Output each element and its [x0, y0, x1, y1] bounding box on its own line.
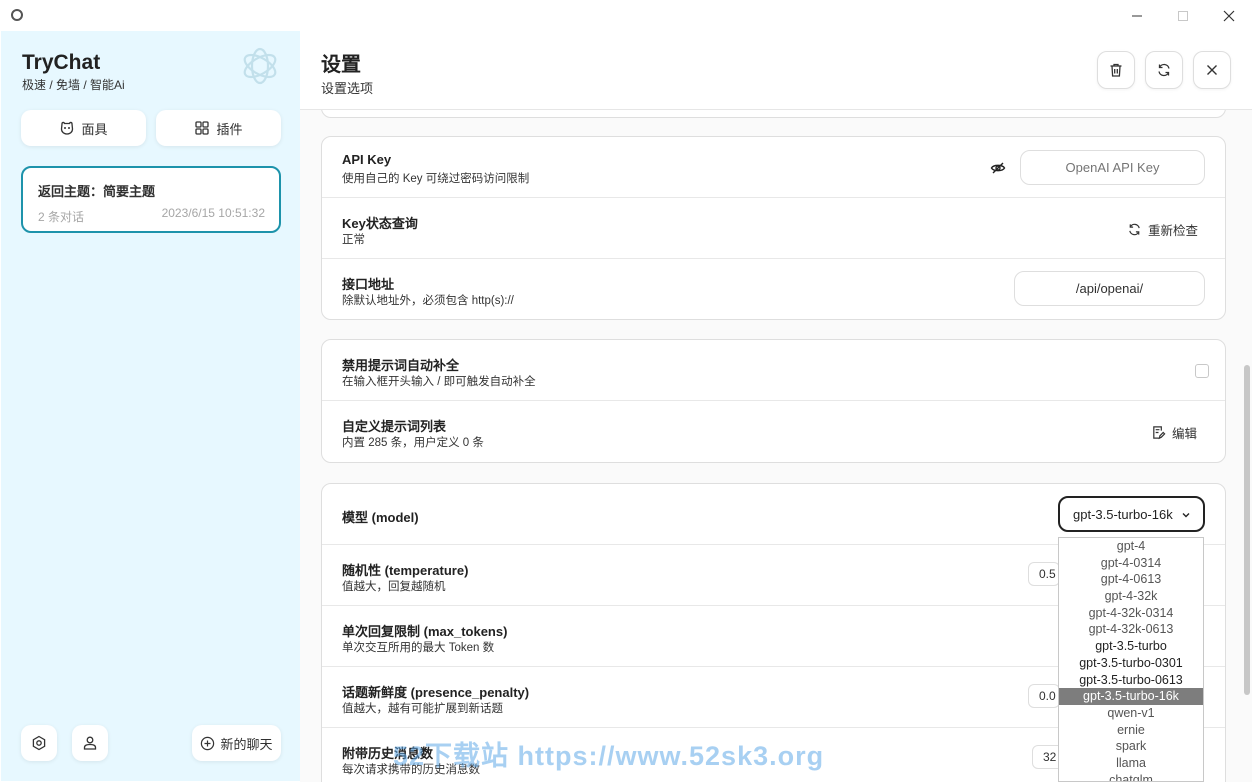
- endpoint-input[interactable]: /api/openai/: [1014, 271, 1205, 306]
- openai-logo-icon: [243, 47, 277, 85]
- close-icon: [1207, 65, 1217, 75]
- gear-icon: [32, 735, 46, 751]
- setting-disable-prompt: 禁用提示词自动补全 在输入框开头输入 / 即可触发自动补全: [322, 340, 1225, 401]
- model-option[interactable]: gpt-3.5-turbo-0613: [1059, 672, 1203, 689]
- reset-button[interactable]: [1145, 51, 1183, 89]
- model-option[interactable]: ernie: [1059, 722, 1203, 739]
- model-option[interactable]: gpt-4-32k: [1059, 588, 1203, 605]
- user-button[interactable]: [72, 725, 108, 761]
- maximize-button[interactable]: [1160, 0, 1206, 31]
- settings-header: 设置 设置选项: [300, 31, 1252, 110]
- settings-button[interactable]: [21, 725, 57, 761]
- minimize-icon: [1132, 15, 1142, 16]
- recheck-button[interactable]: 重新检查: [1127, 220, 1198, 239]
- model-option[interactable]: gpt-3.5-turbo: [1059, 638, 1203, 655]
- model-option[interactable]: llama: [1059, 755, 1203, 772]
- presence-penalty-value[interactable]: 0.0: [1028, 684, 1060, 708]
- minimize-button[interactable]: [1114, 0, 1160, 31]
- watermark: 52下载站 https://www.52sk3.org: [393, 741, 825, 771]
- edit-icon: [1153, 426, 1166, 440]
- setting-desc: 正常: [342, 234, 365, 246]
- model-option[interactable]: qwen-v1: [1059, 705, 1203, 722]
- model-option[interactable]: gpt-3.5-turbo-0301: [1059, 655, 1203, 672]
- setting-title: 模型 (model): [342, 510, 419, 525]
- setting-title: API Key: [342, 152, 392, 167]
- new-chat-button[interactable]: 新的聊天: [192, 725, 281, 761]
- setting-title: 自定义提示词列表: [342, 419, 447, 434]
- model-dropdown-list[interactable]: gpt-4 gpt-4-0314 gpt-4-0613 gpt-4-32k gpt-4-…: [1058, 537, 1204, 782]
- mask-button[interactable]: 面具: [21, 110, 146, 146]
- chevron-down-icon: [1182, 513, 1190, 518]
- temperature-value[interactable]: 0.5: [1028, 562, 1060, 586]
- model-option[interactable]: chatglm: [1059, 772, 1203, 781]
- disable-prompt-checkbox[interactable]: [1195, 364, 1209, 378]
- setting-title: 话题新鲜度 (presence_penalty): [342, 685, 530, 700]
- edit-prompts-button[interactable]: 编辑: [1151, 423, 1197, 442]
- grid-icon: [195, 121, 210, 135]
- chat-item-time: 2023/6/15 10:51:32: [161, 206, 265, 220]
- setting-desc: 单次交互所用的最大 Token 数: [342, 642, 495, 654]
- setting-desc: 值越大，越有可能扩展到新话题: [342, 703, 503, 715]
- setting-key-status: Key状态查询 正常 重新检查: [322, 198, 1225, 259]
- model-option[interactable]: gpt-4-32k-0613: [1059, 621, 1203, 638]
- model-select[interactable]: gpt-3.5-turbo-16k: [1058, 496, 1205, 532]
- api-key-input[interactable]: OpenAI API Key: [1020, 150, 1205, 185]
- refresh-icon: [1129, 223, 1140, 236]
- setting-title: 接口地址: [342, 277, 395, 292]
- setting-title: 禁用提示词自动补全: [342, 358, 460, 373]
- model-option[interactable]: gpt-4: [1059, 538, 1203, 555]
- setting-title: Key状态查询: [342, 216, 418, 231]
- settings-scrollbar[interactable]: [1244, 365, 1250, 695]
- plus-circle-icon: [201, 736, 215, 750]
- app-title: TryChat: [22, 51, 101, 74]
- plugin-label: 插件: [216, 121, 243, 137]
- chat-list-item[interactable]: 返回主题：简要主题 2 条对话 2023/6/15 10:51:32: [21, 166, 281, 233]
- model-option[interactable]: gpt-4-32k-0314: [1059, 605, 1203, 622]
- setting-endpoint: 接口地址 除默认地址外，必须包含 http(s):// /api/openai/: [322, 259, 1225, 319]
- chat-item-count: 2 条对话: [38, 210, 85, 224]
- setting-desc: 值越大，回复越随机: [342, 581, 446, 593]
- model-option[interactable]: gpt-4-0314: [1059, 555, 1203, 572]
- setting-model: 模型 (model) gpt-3.5-turbo-16k: [322, 484, 1225, 545]
- sidebar: TryChat 极速 / 免墙 / 智能Ai 面具 插件 返回主题：简要主题 2…: [1, 31, 300, 781]
- new-chat-label: 新的聊天: [220, 736, 273, 752]
- setting-prompt-list: 自定义提示词列表 内置 285 条，用户定义 0 条 编辑: [322, 401, 1225, 462]
- model-option[interactable]: spark: [1059, 738, 1203, 755]
- close-settings-button[interactable]: [1193, 51, 1231, 89]
- clear-data-button[interactable]: [1097, 51, 1135, 89]
- window-titlebar: [0, 0, 1252, 31]
- close-window-button[interactable]: [1206, 0, 1252, 31]
- setting-title: 随机性 (temperature): [342, 563, 469, 578]
- setting-desc: 在输入框开头输入 / 即可触发自动补全: [342, 376, 536, 388]
- eye-off-icon[interactable]: [990, 160, 1006, 176]
- maximize-icon: [1178, 10, 1188, 21]
- model-select-value: gpt-3.5-turbo-16k: [1073, 506, 1173, 522]
- recheck-label: 重新检查: [1148, 224, 1199, 238]
- app-icon: [11, 9, 23, 21]
- setting-desc: 使用自己的 Key 可绕过密码访问限制: [342, 173, 530, 185]
- settings-group-access: API Key 使用自己的 Key 可绕过密码访问限制 OpenAI API K…: [321, 136, 1226, 320]
- edit-label: 编辑: [1172, 427, 1198, 441]
- close-icon: [1223, 10, 1235, 21]
- plugin-button[interactable]: 插件: [156, 110, 281, 146]
- refresh-icon: [1158, 63, 1170, 77]
- setting-desc: 内置 285 条，用户定义 0 条: [342, 437, 484, 449]
- app-subtitle: 极速 / 免墙 / 智能Ai: [22, 78, 125, 92]
- mask-icon: [61, 121, 74, 135]
- model-option[interactable]: gpt-3.5-turbo-16k: [1059, 688, 1203, 705]
- page-subtitle: 设置选项: [321, 81, 374, 96]
- chat-item-title: 返回主题：简要主题: [38, 184, 156, 199]
- trash-icon: [1110, 63, 1122, 77]
- setting-title: 单次回复限制 (max_tokens): [342, 624, 508, 639]
- setting-desc: 除默认地址外，必须包含 http(s)://: [342, 295, 514, 307]
- settings-group-prompts: 禁用提示词自动补全 在输入框开头输入 / 即可触发自动补全 自定义提示词列表 内…: [321, 339, 1226, 463]
- model-option[interactable]: gpt-4-0613: [1059, 571, 1203, 588]
- mask-label: 面具: [81, 121, 108, 137]
- setting-api-key: API Key 使用自己的 Key 可绕过密码访问限制 OpenAI API K…: [322, 137, 1225, 198]
- page-title: 设置: [321, 54, 361, 76]
- user-icon: [83, 736, 97, 750]
